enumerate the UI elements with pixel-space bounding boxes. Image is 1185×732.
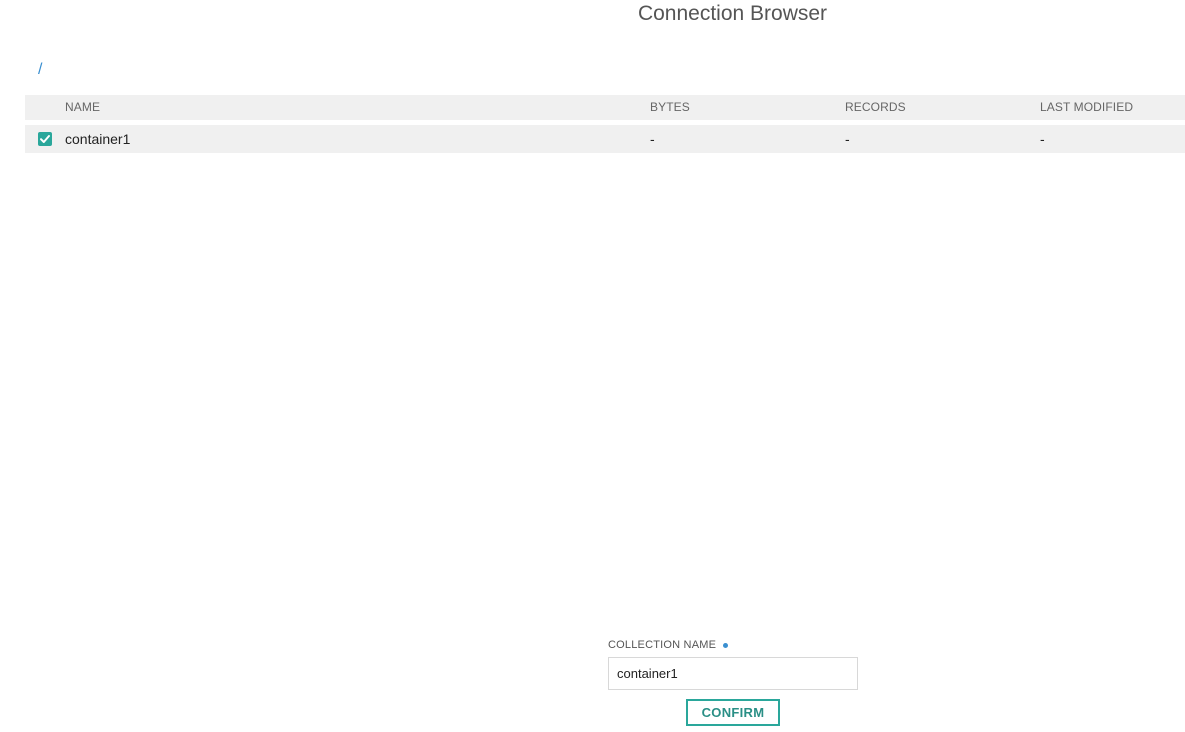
cell-name: container1 [65, 131, 131, 147]
confirm-button[interactable]: CONFIRM [686, 699, 780, 726]
checkmark-icon [40, 135, 50, 143]
cell-bytes: - [650, 131, 655, 147]
column-header-last-modified[interactable]: LAST MODIFIED [1040, 95, 1133, 120]
collection-name-label-text: COLLECTION NAME [608, 639, 717, 651]
collection-name-label: COLLECTION NAME [608, 638, 858, 652]
file-table: NAME BYTES RECORDS LAST MODIFIED contain… [25, 95, 1185, 153]
collection-name-input[interactable] [608, 657, 858, 690]
row-checkbox[interactable] [38, 132, 52, 146]
collection-form: COLLECTION NAME [608, 638, 858, 690]
connection-browser-page: Connection Browser / NAME BYTES RECORDS … [0, 0, 1185, 732]
column-header-name[interactable]: NAME [65, 95, 100, 120]
column-header-records[interactable]: RECORDS [845, 95, 906, 120]
column-header-bytes[interactable]: BYTES [650, 95, 690, 120]
table-header: NAME BYTES RECORDS LAST MODIFIED [25, 95, 1185, 120]
required-dot-icon [723, 642, 729, 648]
cell-records: - [845, 131, 850, 147]
cell-last-modified: - [1040, 131, 1045, 147]
page-title: Connection Browser [637, 2, 828, 25]
table-row[interactable]: container1 - - - [25, 125, 1185, 153]
breadcrumb-root[interactable]: / [38, 60, 42, 80]
